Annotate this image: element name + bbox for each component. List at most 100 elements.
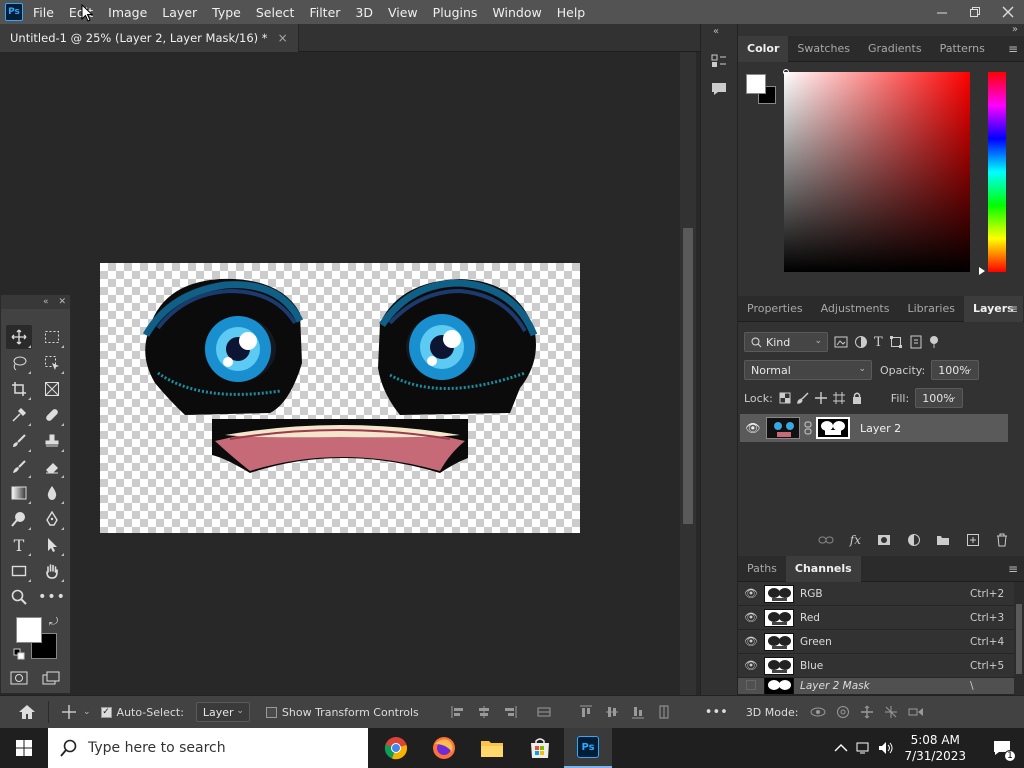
more-tools-button[interactable]: ••• <box>38 585 65 609</box>
layer-filter-kind-select[interactable]: Kind ⌄ <box>744 332 828 352</box>
3d-slide-icon[interactable] <box>884 705 898 719</box>
clone-stamp-tool[interactable] <box>39 429 65 453</box>
home-icon[interactable] <box>18 704 36 720</box>
taskbar-firefox[interactable] <box>420 728 468 768</box>
swap-colors-icon[interactable]: ⤾ <box>49 615 58 629</box>
menu-help[interactable]: Help <box>557 5 586 20</box>
mask-link-icon[interactable] <box>803 421 813 435</box>
more-options-ellipsis-icon[interactable]: ••• <box>705 705 728 720</box>
layer-row[interactable]: 👁 Layer 2 <box>740 414 1008 442</box>
channels-panel-menu-icon[interactable]: ≡ <box>1008 562 1018 576</box>
tab-patterns[interactable]: Patterns <box>931 36 994 62</box>
close-window-button[interactable] <box>991 0 1024 24</box>
history-brush-tool[interactable] <box>6 455 32 479</box>
tab-channels[interactable]: Channels <box>785 555 861 582</box>
auto-select-target-select[interactable]: Layer ⌄ <box>195 702 250 722</box>
notification-center-button[interactable]: 1 <box>980 728 1024 768</box>
blur-tool[interactable] <box>39 481 65 505</box>
channel-visibility-toggle[interactable] <box>738 679 764 693</box>
toolbox-header[interactable]: « ✕ <box>1 295 70 309</box>
healing-brush-tool[interactable] <box>39 403 65 427</box>
channel-visibility-eye-icon[interactable]: 👁 <box>738 635 764 648</box>
filter-shape-layers-icon[interactable] <box>889 335 903 349</box>
tab-properties[interactable]: Properties <box>738 296 812 322</box>
taskbar-photoshop[interactable]: Ps <box>564 728 612 768</box>
tab-color[interactable]: Color <box>738 35 789 62</box>
distribute-vertical-icon[interactable] <box>657 705 671 719</box>
move-tool[interactable] <box>6 325 32 349</box>
scrollbar-thumb[interactable] <box>683 228 693 524</box>
lasso-tool[interactable] <box>6 351 32 375</box>
menu-plugins[interactable]: Plugins <box>433 5 478 20</box>
brush-tool[interactable] <box>6 429 32 453</box>
dodge-tool[interactable] <box>6 507 32 531</box>
filter-pixel-layers-icon[interactable] <box>834 335 848 349</box>
screen-mode-icon[interactable] <box>42 671 60 685</box>
channel-row-red[interactable]: 👁 Red Ctrl+3 <box>738 606 1014 630</box>
new-group-icon[interactable] <box>936 534 950 546</box>
filter-adjustment-layers-icon[interactable] <box>854 335 868 349</box>
align-right-icon[interactable] <box>503 705 517 719</box>
new-layer-icon[interactable] <box>966 533 980 547</box>
3d-orbit-icon[interactable] <box>810 705 826 719</box>
layer-name[interactable]: Layer 2 <box>860 422 901 435</box>
volume-icon[interactable] <box>878 741 894 755</box>
lock-all-icon[interactable] <box>851 392 863 404</box>
menu-layer[interactable]: Layer <box>162 5 197 20</box>
tool-preset-chevron-icon[interactable]: ⌄ <box>83 707 91 717</box>
zoom-tool[interactable] <box>6 585 32 609</box>
clock[interactable]: 5:08 AM 7/31/2023 <box>904 732 966 764</box>
minimize-button[interactable] <box>925 0 958 24</box>
channel-row-layer-mask[interactable]: Layer 2 Mask \ <box>738 678 1014 695</box>
filter-toggle-icon[interactable] <box>929 335 939 349</box>
eraser-tool[interactable] <box>39 455 65 479</box>
collapse-dock-icon[interactable]: « <box>713 26 719 37</box>
rectangle-tool[interactable] <box>6 559 32 583</box>
lock-position-icon[interactable] <box>814 392 827 404</box>
delete-layer-icon[interactable] <box>996 533 1008 547</box>
align-top-icon[interactable] <box>579 705 593 719</box>
tab-gradients[interactable]: Gradients <box>859 36 931 62</box>
type-tool[interactable]: T <box>6 533 32 557</box>
network-icon[interactable] <box>856 741 872 755</box>
hue-slider[interactable] <box>988 72 1006 272</box>
document-tab-close-icon[interactable]: × <box>278 31 288 45</box>
pen-tool[interactable] <box>39 507 65 531</box>
frame-tool[interactable] <box>39 377 65 401</box>
taskbar-store[interactable] <box>516 728 564 768</box>
document-tab[interactable]: Untitled-1 @ 25% (Layer 2, Layer Mask/16… <box>0 24 299 52</box>
channel-row-blue[interactable]: 👁 Blue Ctrl+5 <box>738 654 1014 678</box>
color-panel-menu-icon[interactable]: ≡ <box>1008 42 1018 56</box>
taskbar-file-explorer[interactable] <box>468 728 516 768</box>
show-transform-controls-checkbox[interactable]: Show Transform Controls <box>265 706 419 719</box>
layer-visibility-eye-icon[interactable]: 👁 <box>740 421 766 435</box>
menu-image[interactable]: Image <box>108 5 147 20</box>
comments-icon[interactable] <box>710 80 728 98</box>
3d-pan-icon[interactable] <box>860 705 874 719</box>
default-colors-icon[interactable] <box>13 648 25 660</box>
object-selection-tool[interactable] <box>39 351 65 375</box>
align-vertical-center-icon[interactable] <box>605 705 619 719</box>
toolbox-close-icon[interactable]: ✕ <box>58 297 66 307</box>
show-hidden-icons-chevron-icon[interactable] <box>834 743 848 753</box>
align-bottom-icon[interactable] <box>631 705 645 719</box>
tab-swatches[interactable]: Swatches <box>788 36 859 62</box>
foreground-color-swatch[interactable] <box>16 617 42 643</box>
path-selection-tool[interactable] <box>39 533 65 557</box>
lock-image-pixels-icon[interactable] <box>797 392 809 404</box>
marquee-tool[interactable] <box>39 325 65 349</box>
filter-smart-objects-icon[interactable] <box>909 335 923 349</box>
lock-transparent-pixels-icon[interactable] <box>779 392 791 404</box>
lock-artboard-icon[interactable] <box>832 392 845 404</box>
expand-dock-icon[interactable]: » <box>1012 24 1018 35</box>
color-picker-marker[interactable] <box>783 69 789 75</box>
menu-type[interactable]: Type <box>212 5 241 20</box>
channels-scrollbar[interactable] <box>1014 582 1024 695</box>
menu-window[interactable]: Window <box>492 5 541 20</box>
fill-input[interactable]: 100% ⌄ <box>915 388 964 408</box>
tab-adjustments[interactable]: Adjustments <box>812 296 899 322</box>
link-layers-icon[interactable] <box>818 534 834 546</box>
layers-panel-menu-icon[interactable]: ≡ <box>1008 302 1018 316</box>
menu-file[interactable]: File <box>33 5 54 20</box>
layer-mask-thumbnail[interactable] <box>816 417 850 439</box>
